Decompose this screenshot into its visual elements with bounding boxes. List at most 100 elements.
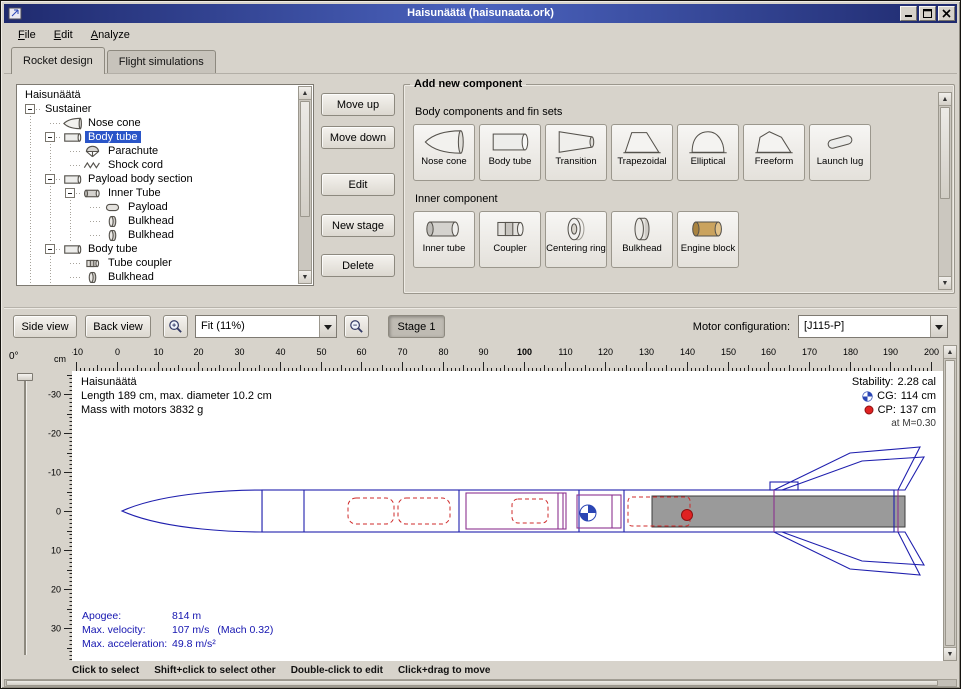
svg-text:80: 80 <box>438 347 448 357</box>
cg-icon <box>862 391 873 402</box>
combo-arrow-button[interactable] <box>319 316 336 337</box>
svg-text:-10: -10 <box>72 347 83 357</box>
stage-1-button[interactable]: Stage 1 <box>388 315 445 338</box>
tree-item-shock-cord[interactable]: Shock cord <box>18 158 298 172</box>
rocket-canvas[interactable]: Haisunäätä Length 189 cm, max. diameter … <box>72 371 949 661</box>
tree-item-payload-body-section[interactable]: Payload body section <box>18 172 298 186</box>
tree-item-bulkhead[interactable]: Bulkhead <box>18 214 298 228</box>
centeringring-icon <box>554 215 598 243</box>
svg-text:60: 60 <box>356 347 366 357</box>
scroll-up-icon[interactable]: ▲ <box>299 87 311 100</box>
svg-text:10: 10 <box>153 347 163 357</box>
tab-rocket-design[interactable]: Rocket design <box>11 47 105 74</box>
rocket-design-panel: HaisunäätäSustainerNose coneBody tubePar… <box>4 74 957 307</box>
svg-text:-10: -10 <box>48 468 61 478</box>
zoom-out-button[interactable] <box>344 315 369 338</box>
component-button-label: Engine block <box>681 244 735 254</box>
add-component-panel: Add new component Body components and fi… <box>403 78 955 294</box>
svg-text:20: 20 <box>51 585 61 595</box>
add-bodytube-button[interactable]: Body tube <box>479 124 541 181</box>
rotation-slider-thumb[interactable] <box>17 373 33 381</box>
add-launchlug-button[interactable]: Launch lug <box>809 124 871 181</box>
rocket-info: Haisunäätä Length 189 cm, max. diameter … <box>81 375 272 417</box>
cp-label: CP: <box>878 403 896 417</box>
close-button[interactable] <box>938 6 955 21</box>
title-bar[interactable]: Haisunäätä (haisunaata.ork) <box>4 4 957 23</box>
tree-item-body-tube[interactable]: Body tube <box>18 130 298 144</box>
tree-item-inner-tube[interactable]: Inner Tube <box>18 186 298 200</box>
scroll-up-icon[interactable]: ▲ <box>939 93 951 106</box>
freeform-icon <box>752 128 796 156</box>
add-innertube-button[interactable]: Inner tube <box>413 211 475 268</box>
tree-scrollbar-thumb[interactable] <box>300 101 310 217</box>
horizontal-scrollbar-thumb[interactable] <box>6 680 938 686</box>
zoom-in-button[interactable] <box>163 315 188 338</box>
max-velocity-value: 107 m/s <box>172 624 209 636</box>
tree-item-haisun-t-[interactable]: Haisunäätä <box>18 88 298 102</box>
scroll-down-icon[interactable]: ▼ <box>939 276 951 289</box>
tree-item-label: Body tube <box>85 131 141 143</box>
add-freeform-button[interactable]: Freeform <box>743 124 805 181</box>
tree-item-label: Tube coupler <box>105 257 175 269</box>
tree-item-parachute[interactable]: Parachute <box>18 144 298 158</box>
back-view-button[interactable]: Back view <box>85 315 151 338</box>
elliptical-icon <box>686 128 730 156</box>
chevron-down-icon <box>324 325 332 334</box>
shock-cord-outline <box>398 498 450 524</box>
tree-item-payload[interactable]: Payload <box>18 200 298 214</box>
tree-item-body-tube[interactable]: Body tube <box>18 242 298 256</box>
add-centeringring-button[interactable]: Centering ring <box>545 211 607 268</box>
component-button-label: Inner tube <box>423 244 466 254</box>
add-engineblock-button[interactable]: Engine block <box>677 211 739 268</box>
side-view-button[interactable]: Side view <box>13 315 77 338</box>
openrocket-window: Haisunäätä (haisunaata.ork) FileEditAnal… <box>0 0 961 689</box>
svg-text:110: 110 <box>558 347 572 357</box>
add-nosecone-button[interactable]: Nose cone <box>413 124 475 181</box>
zoom-level-combo[interactable]: Fit (11%) <box>195 315 337 338</box>
maximize-button[interactable] <box>919 6 936 21</box>
menu-file[interactable]: File <box>9 26 45 44</box>
move-up-button[interactable]: Move up <box>321 93 395 116</box>
palette-scrollbar-thumb[interactable] <box>940 107 950 199</box>
menu-edit[interactable]: Edit <box>45 26 82 44</box>
tree-item-sustainer[interactable]: Sustainer <box>18 102 298 116</box>
tree-item-nose-cone[interactable]: Nose cone <box>18 116 298 130</box>
parachute-icon <box>83 145 102 158</box>
tree-item-tube-coupler[interactable]: Tube coupler <box>18 256 298 270</box>
move-down-button[interactable]: Move down <box>321 126 395 149</box>
tree-expander-icon[interactable] <box>45 244 55 254</box>
add-elliptical-button[interactable]: Elliptical <box>677 124 739 181</box>
rotation-slider[interactable] <box>24 377 26 655</box>
cp-marker <box>682 510 693 521</box>
scroll-down-icon[interactable]: ▼ <box>299 270 311 283</box>
add-trapezoidal-button[interactable]: Trapezoidal <box>611 124 673 181</box>
tree-expander-icon[interactable] <box>65 188 75 198</box>
add-bulkhead-button[interactable]: Bulkhead <box>611 211 673 268</box>
canvas-scrollbar[interactable]: ▲ ▼ <box>943 345 957 661</box>
motor-configuration-combo[interactable]: [J115-P] <box>798 315 948 338</box>
tree-expander-icon[interactable] <box>25 104 35 114</box>
menu-analyze[interactable]: Analyze <box>82 26 139 44</box>
svg-text:70: 70 <box>397 347 407 357</box>
add-coupler-button[interactable]: Coupler <box>479 211 541 268</box>
rocket-dimensions: Length 189 cm, max. diameter 10.2 cm <box>81 389 272 403</box>
tree-expander-icon[interactable] <box>45 174 55 184</box>
tree-scrollbar[interactable]: ▲ ▼ <box>298 86 312 284</box>
new-stage-button[interactable]: New stage <box>321 214 395 237</box>
combo-arrow-button[interactable] <box>930 316 947 337</box>
tree-expander-icon[interactable] <box>45 132 55 142</box>
bodytube-icon <box>63 173 82 186</box>
palette-scrollbar[interactable]: ▲ ▼ <box>938 92 952 290</box>
scroll-up-icon[interactable]: ▲ <box>944 346 956 359</box>
window-title: Haisunäätä (haisunaata.ork) <box>4 4 957 23</box>
delete-button[interactable]: Delete <box>321 254 395 277</box>
tab-flight-simulations[interactable]: Flight simulations <box>107 50 216 73</box>
canvas-scrollbar-thumb[interactable] <box>945 360 955 646</box>
horizontal-scrollbar[interactable] <box>4 679 957 687</box>
scroll-down-icon[interactable]: ▼ <box>944 647 956 660</box>
add-transition-button[interactable]: Transition <box>545 124 607 181</box>
tree-item-bulkhead[interactable]: Bulkhead <box>18 228 298 242</box>
tree-item-bulkhead[interactable]: Bulkhead <box>18 270 298 284</box>
minimize-button[interactable] <box>900 6 917 21</box>
edit-button[interactable]: Edit <box>321 173 395 196</box>
